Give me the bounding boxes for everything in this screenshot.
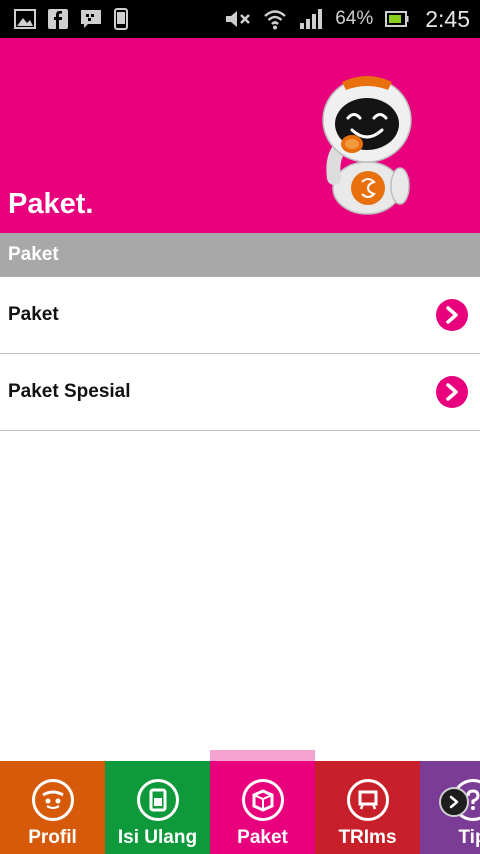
- list-item-paket-spesial[interactable]: Paket Spesial: [0, 354, 480, 431]
- tab-trims[interactable]: TRIms: [315, 761, 420, 854]
- topup-card-icon: [136, 779, 179, 821]
- clock: 2:45: [425, 5, 470, 32]
- battery-icon: [385, 10, 409, 28]
- page-title: Paket.: [8, 188, 94, 220]
- mute-icon: [225, 9, 251, 29]
- wifi-icon: [263, 8, 287, 30]
- chevron-right-icon: [448, 795, 460, 809]
- tab-label: Isi Ulang: [117, 827, 198, 848]
- section-header: Paket: [0, 233, 480, 277]
- package-box-icon: [241, 779, 284, 821]
- trims-card-icon: [346, 779, 389, 821]
- tab-profil[interactable]: Profil: [0, 761, 105, 854]
- tab-isi-ulang[interactable]: Isi Ulang: [105, 761, 210, 854]
- mascot-robot-icon: [312, 68, 422, 223]
- bbm-icon: [80, 9, 102, 29]
- chevron-right-icon: [436, 299, 468, 331]
- phone-icon: [114, 8, 128, 30]
- tab-label: TRIms: [338, 827, 397, 848]
- tab-label: Paket: [237, 827, 288, 848]
- section-title: Paket: [8, 244, 59, 265]
- tab-paket[interactable]: Paket: [210, 761, 315, 854]
- notification-icons: [14, 8, 128, 30]
- chevron-right-icon: [436, 376, 468, 408]
- facebook-icon: [48, 9, 68, 29]
- page-header: Paket.: [0, 38, 480, 233]
- list-item-label: Paket: [8, 304, 59, 325]
- list-item-paket[interactable]: Paket: [0, 277, 480, 354]
- battery-percent: 64%: [335, 8, 374, 29]
- tab-label: Tip: [458, 827, 480, 848]
- selected-tab-indicator: [210, 750, 315, 761]
- status-bar: 64% 2:45: [0, 0, 480, 38]
- gallery-icon: [14, 9, 36, 29]
- signal-icon: [299, 9, 323, 29]
- tabs-scroll-next-button[interactable]: [439, 787, 469, 817]
- list-item-label: Paket Spesial: [8, 381, 131, 402]
- profile-face-icon: [31, 779, 74, 821]
- bottom-tab-bar: Profil Isi Ulang Paket TRIms Tip: [0, 761, 480, 854]
- tab-label: Profil: [28, 827, 77, 848]
- system-icons: 64% 2:45: [225, 6, 470, 33]
- package-list: Paket Paket Spesial: [0, 277, 480, 431]
